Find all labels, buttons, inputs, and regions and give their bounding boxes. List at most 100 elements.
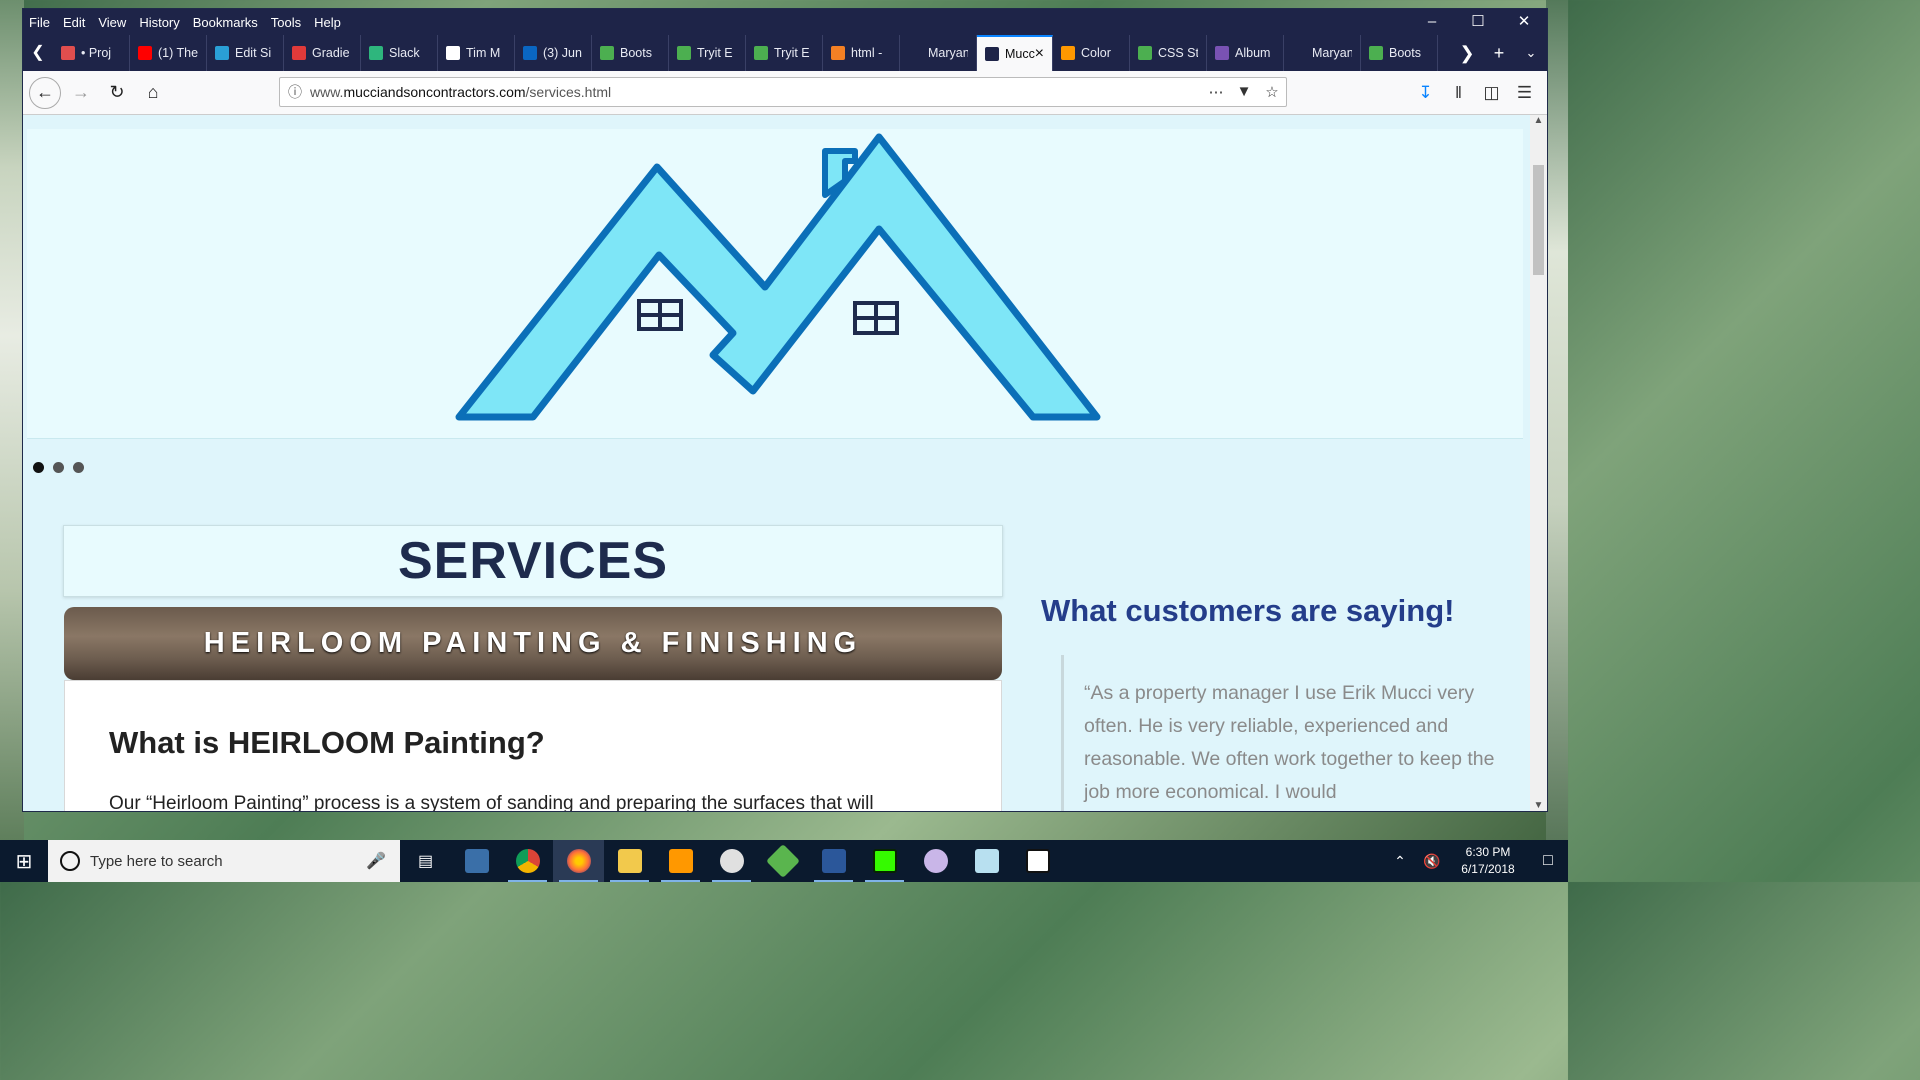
firefox-icon[interactable] xyxy=(553,840,604,882)
minimize-icon[interactable]: – xyxy=(1409,9,1455,35)
download-icon[interactable]: ↧ xyxy=(1409,77,1442,109)
tab-6[interactable]: Tim M xyxy=(438,35,515,71)
git-kraken-icon[interactable] xyxy=(757,840,808,882)
services-heading-box: SERVICES xyxy=(63,525,1003,597)
tab-14[interactable]: Color xyxy=(1053,35,1130,71)
tab-favicon-icon xyxy=(292,46,306,60)
volume-muted-icon[interactable]: 🔇 xyxy=(1416,853,1448,870)
url-bar[interactable]: ⓘ www.mucciandsoncontractors.com/service… xyxy=(279,77,1287,107)
tab-4[interactable]: Gradie xyxy=(284,35,361,71)
tab-3[interactable]: Edit Si xyxy=(207,35,284,71)
file-explorer-icon[interactable] xyxy=(604,840,655,882)
tab-16[interactable]: Album xyxy=(1207,35,1284,71)
dreamweaver-icon[interactable] xyxy=(859,840,910,882)
home-icon[interactable]: ⌂ xyxy=(137,77,169,109)
tab-list-icon[interactable]: ⌄ xyxy=(1515,35,1547,71)
quote-text: “As a property manager I use Erik Mucci … xyxy=(1084,682,1495,803)
carousel-dot-1[interactable] xyxy=(33,462,44,473)
menu-view[interactable]: View xyxy=(98,15,126,30)
action-center-icon[interactable]: □ xyxy=(1528,852,1568,870)
carousel-dot-2[interactable] xyxy=(53,462,64,473)
back-icon[interactable]: ← xyxy=(29,76,61,109)
library-icon[interactable]: ‖ xyxy=(1442,77,1475,109)
hamburger-menu-icon[interactable]: ☰ xyxy=(1508,77,1541,109)
tab-11[interactable]: html - xyxy=(823,35,900,71)
window-right-icon xyxy=(853,301,899,335)
tab-favicon-icon xyxy=(1138,46,1152,60)
site-info-icon[interactable]: ⓘ xyxy=(280,82,310,102)
menu-file[interactable]: File xyxy=(29,15,50,30)
menu-bookmarks[interactable]: Bookmarks xyxy=(193,15,258,30)
word-icon[interactable] xyxy=(808,840,859,882)
reload-icon[interactable]: ↻ xyxy=(101,77,133,109)
photos-icon[interactable] xyxy=(1012,840,1063,882)
menu-edit[interactable]: Edit xyxy=(63,15,85,30)
tab-label: Slack xyxy=(389,46,420,60)
carousel-dot-3[interactable] xyxy=(73,462,84,473)
tab-12[interactable]: Maryann Jc xyxy=(900,35,977,71)
menu-help[interactable]: Help xyxy=(314,15,341,30)
page-scrollbar[interactable]: ▲ ▼ xyxy=(1530,115,1547,811)
tab-17[interactable]: Maryann Jc xyxy=(1284,35,1361,71)
new-tab-icon[interactable]: + xyxy=(1483,35,1515,71)
tab-favicon-icon xyxy=(831,46,845,60)
tab-1[interactable]: • Proj xyxy=(53,35,130,71)
menu-tools[interactable]: Tools xyxy=(271,15,301,30)
tab-favicon-icon xyxy=(677,46,691,60)
paint-icon[interactable] xyxy=(706,840,757,882)
firefox-window: File Edit View History Bookmarks Tools H… xyxy=(22,8,1548,812)
clock[interactable]: 6:30 PM 6/17/2018 xyxy=(1448,844,1528,878)
tab-18[interactable]: Boots xyxy=(1361,35,1438,71)
search-placeholder: Type here to search xyxy=(90,852,223,870)
scroll-thumb[interactable] xyxy=(1533,165,1544,275)
menu-history[interactable]: History xyxy=(139,15,179,30)
tab-8[interactable]: Boots xyxy=(592,35,669,71)
tab-close-icon[interactable]: × xyxy=(1035,45,1044,63)
tab-label: Color xyxy=(1081,46,1111,60)
sublime-text-icon[interactable] xyxy=(655,840,706,882)
windows-start-icon[interactable]: ⊞ xyxy=(0,840,48,882)
scroll-up-icon[interactable]: ▲ xyxy=(1530,115,1547,126)
mysql-workbench-icon[interactable] xyxy=(451,840,502,882)
tab-13[interactable]: Mucci × xyxy=(977,35,1053,71)
forward-icon[interactable]: → xyxy=(65,77,97,109)
tab-15[interactable]: CSS St xyxy=(1130,35,1207,71)
card-text: Our “Heirloom Painting” process is a sys… xyxy=(109,793,874,811)
menu-bar: File Edit View History Bookmarks Tools H… xyxy=(23,9,1547,35)
tab-favicon-icon xyxy=(1369,46,1383,60)
taskbar-search[interactable]: Type here to search 🎤 xyxy=(48,840,400,882)
nav-right-tools: ↧ ‖ ◫ ☰ xyxy=(1409,77,1541,109)
tray-expand-icon[interactable]: ⌃ xyxy=(1384,853,1416,870)
pocket-icon[interactable]: ▼ xyxy=(1230,83,1258,101)
tab-10[interactable]: Tryit E xyxy=(746,35,823,71)
chrome-icon[interactable] xyxy=(502,840,553,882)
sidebar-icon[interactable]: ◫ xyxy=(1475,77,1508,109)
tab-label: Maryann Jc xyxy=(928,46,968,60)
tab-label: Boots xyxy=(620,46,652,60)
bookmark-star-icon[interactable]: ☆ xyxy=(1258,83,1286,101)
microphone-icon[interactable]: 🎤 xyxy=(366,851,386,871)
paint-palette-icon[interactable] xyxy=(910,840,961,882)
tab-favicon-icon xyxy=(446,46,460,60)
scroll-down-icon[interactable]: ▼ xyxy=(1530,800,1547,811)
task-view-icon[interactable]: ▤ xyxy=(400,840,451,882)
snipping-tool-icon[interactable] xyxy=(961,840,1012,882)
page-actions-icon[interactable]: ⋯ xyxy=(1202,83,1230,101)
tab-7[interactable]: (3) Jun xyxy=(515,35,592,71)
tab-5[interactable]: Slack xyxy=(361,35,438,71)
hero-slide xyxy=(27,129,1523,439)
clock-time: 6:30 PM xyxy=(1465,845,1511,859)
tab-2[interactable]: (1) The xyxy=(130,35,207,71)
tab-scroll-left-icon[interactable]: ❮ xyxy=(23,35,53,71)
close-icon[interactable]: ✕ xyxy=(1501,9,1547,35)
tab-bar: ❮ • Proj (1) The Edit Si Gradie Slack Tim M (3… xyxy=(23,35,1547,71)
maximize-icon[interactable]: ☐ xyxy=(1455,9,1501,35)
tab-9[interactable]: Tryit E xyxy=(669,35,746,71)
tab-scroll-right-icon[interactable]: ❯ xyxy=(1451,35,1483,71)
tab-label: Edit Si xyxy=(235,46,272,60)
tab-favicon-icon xyxy=(138,46,152,60)
services-title: SERVICES xyxy=(397,532,669,590)
testimonial-quote: “As a property manager I use Erik Mucci … xyxy=(1061,655,1511,811)
tab-favicon-icon xyxy=(985,47,999,61)
tab-favicon-icon xyxy=(908,46,922,60)
